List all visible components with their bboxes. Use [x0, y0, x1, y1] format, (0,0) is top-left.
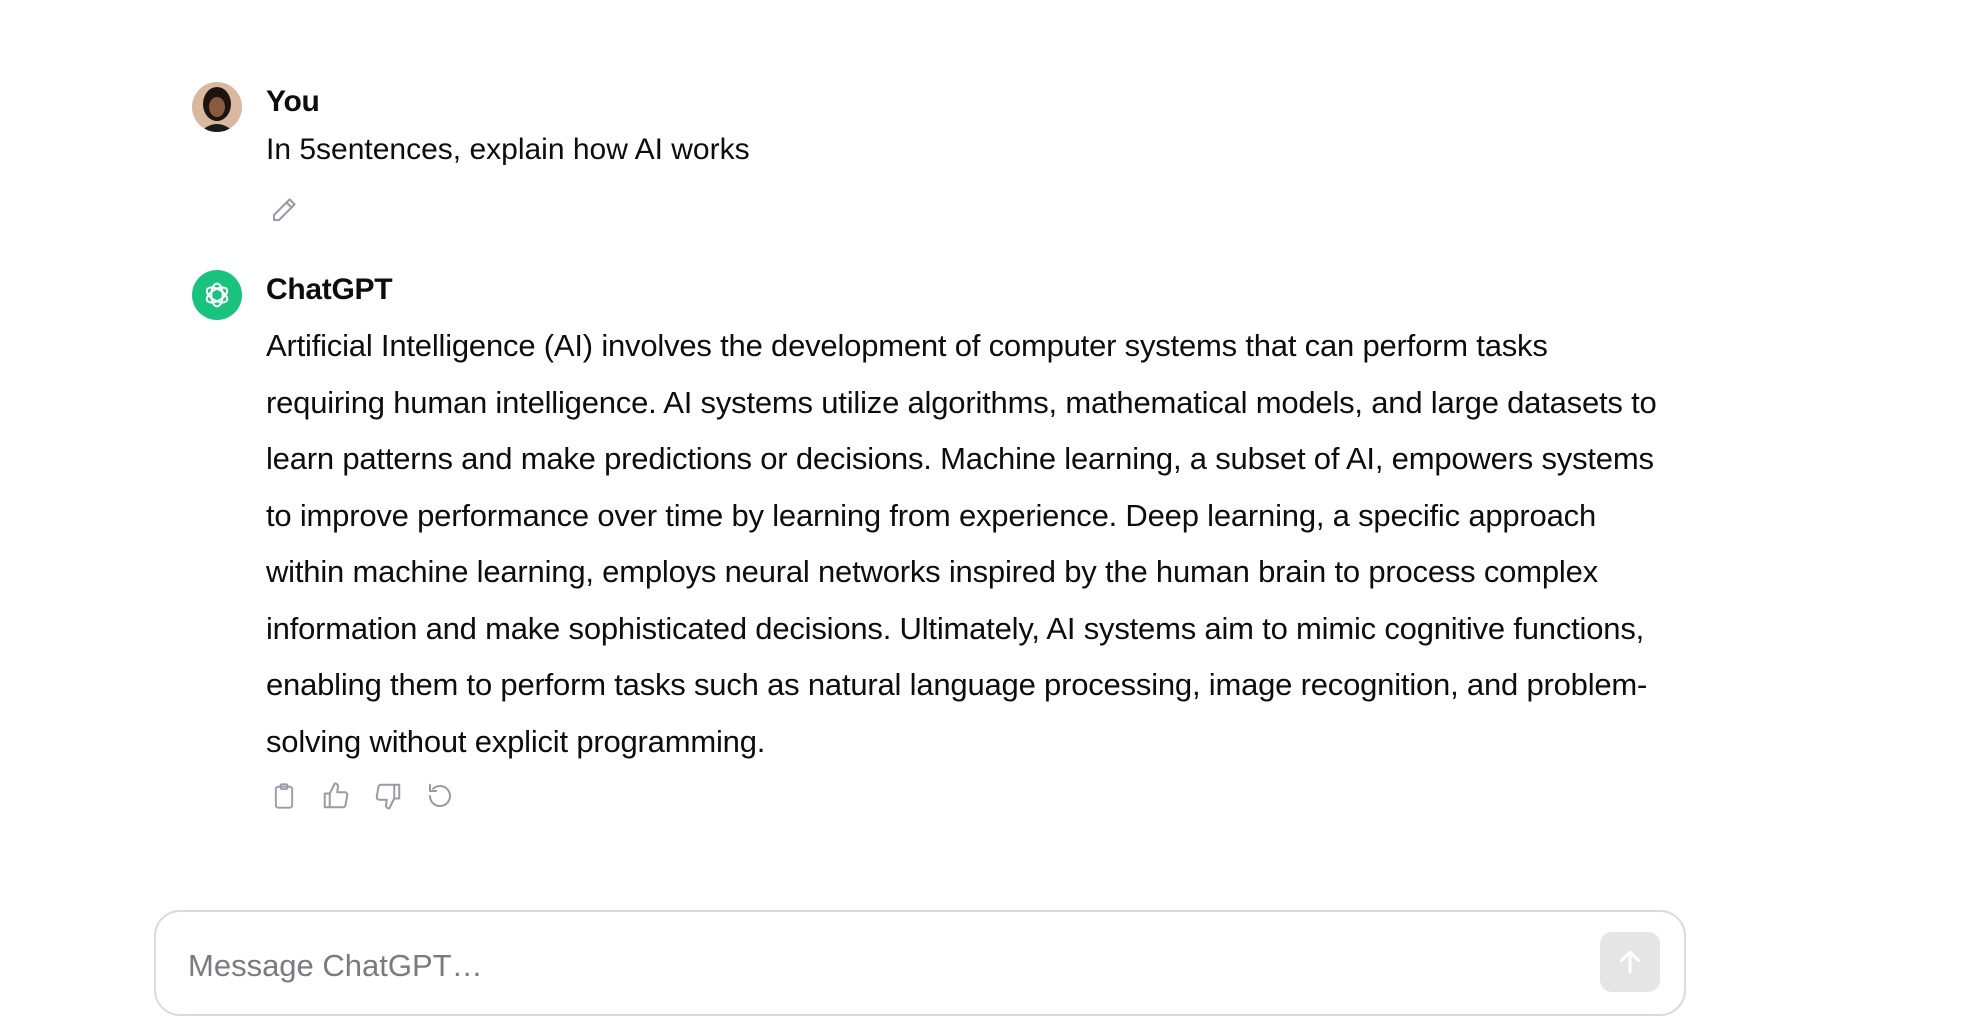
- thumbs-up-icon: [323, 782, 349, 809]
- message-composer: [154, 910, 1686, 1016]
- copy-button[interactable]: [266, 778, 302, 814]
- user-avatar-photo: [192, 82, 242, 132]
- message-input[interactable]: [186, 940, 1570, 992]
- thumbs-up-button[interactable]: [318, 778, 354, 814]
- user-author-name: You: [266, 85, 320, 118]
- message-actions: [266, 778, 1666, 814]
- chat-page: You In 5sentences, explain how AI works: [0, 0, 1961, 1022]
- pencil-icon: [273, 198, 296, 221]
- user-message-body: You In 5sentences, explain how AI works: [266, 82, 750, 221]
- edit-message-button[interactable]: [266, 192, 302, 228]
- regenerate-button[interactable]: [422, 778, 458, 814]
- assistant-message-body: ChatGPT Artificial Intelligence (AI) inv…: [266, 270, 1666, 814]
- regenerate-icon: [429, 783, 451, 808]
- thumbs-down-button[interactable]: [370, 778, 406, 814]
- assistant-response-text: Artificial Intelligence (AI) involves th…: [266, 328, 1657, 759]
- send-button[interactable]: [1600, 932, 1660, 992]
- user-avatar: [192, 82, 242, 132]
- user-message-text: In 5sentences, explain how AI works: [266, 133, 750, 166]
- assistant-avatar: [192, 270, 242, 320]
- copy-icon: [274, 783, 294, 809]
- assistant-author-name: ChatGPT: [266, 273, 393, 306]
- openai-logo-icon: [205, 282, 229, 308]
- arrow-up-icon: [1619, 950, 1641, 974]
- thumbs-down-icon: [375, 783, 401, 810]
